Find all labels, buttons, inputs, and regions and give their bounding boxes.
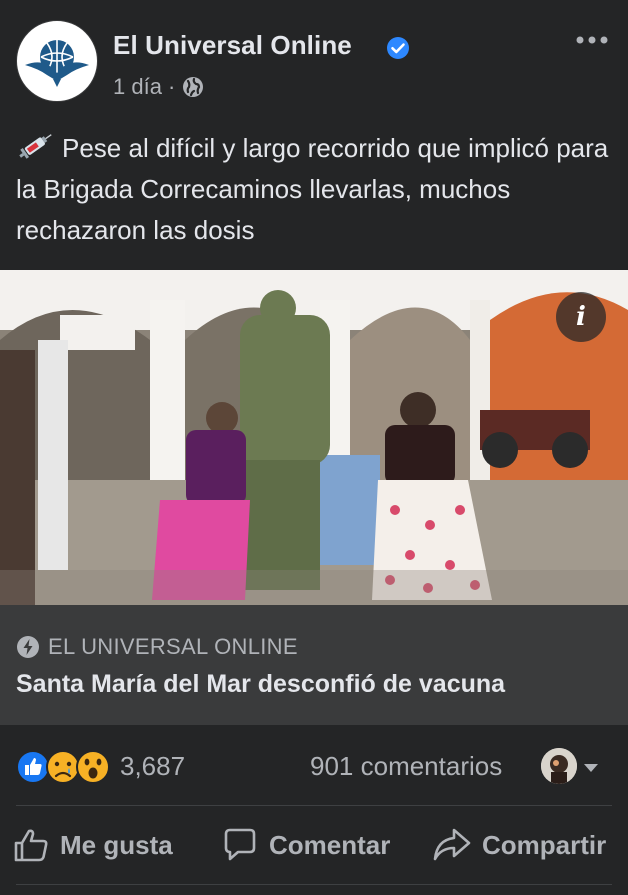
post-actions: Me gusta Comentar Compartir: [0, 808, 628, 884]
post-time[interactable]: 1 día: [113, 74, 162, 100]
comment-label: Comentar: [269, 829, 391, 860]
commenter-avatar[interactable]: [541, 748, 577, 784]
chevron-down-icon[interactable]: [582, 762, 600, 774]
page-avatar[interactable]: [16, 20, 98, 102]
more-options-icon[interactable]: [574, 30, 610, 50]
reaction-icons[interactable]: [16, 749, 116, 785]
divider-bottom: [16, 884, 612, 885]
like-icon: [16, 750, 50, 784]
like-button[interactable]: Me gusta: [12, 822, 173, 868]
post-text: Pese al difícil y largo recorrido que im…: [16, 128, 612, 251]
link-title[interactable]: Santa María del Mar desconfió de vacuna: [16, 670, 505, 699]
bolt-icon: [17, 636, 39, 658]
comment-button[interactable]: Comentar: [221, 822, 390, 868]
el-universal-logo: [25, 40, 89, 87]
link-source: EL UNIVERSAL ONLINE: [16, 634, 298, 660]
share-icon: [433, 828, 471, 861]
link-source-label: EL UNIVERSAL ONLINE: [48, 634, 298, 659]
globe-icon: [183, 77, 204, 97]
commenter-photo: [541, 748, 577, 784]
share-button[interactable]: Compartir: [432, 822, 606, 868]
sad-icon: [46, 750, 80, 784]
comments-count[interactable]: 901 comentarios: [310, 751, 502, 782]
link-preview-card[interactable]: [0, 605, 628, 725]
share-label: Compartir: [482, 829, 607, 860]
verified-badge-icon: [387, 37, 409, 59]
thumbs-up-icon: [14, 829, 48, 862]
divider-top: [16, 805, 612, 806]
syringe-icon: [19, 134, 52, 159]
reactions-count[interactable]: 3,687: [120, 751, 185, 782]
wow-icon: [76, 750, 110, 784]
page-name[interactable]: El Universal Online: [113, 30, 352, 61]
vaccination-photo: [0, 270, 628, 605]
post-text-content: Pese al difícil y largo recorrido que im…: [16, 133, 609, 245]
post-header: El Universal Online 1 día ·: [0, 0, 628, 118]
photo-info-button[interactable]: i: [556, 292, 606, 342]
post-meta: 1 día ·: [113, 74, 205, 100]
post-photo[interactable]: i: [0, 270, 628, 605]
like-label: Me gusta: [60, 829, 173, 860]
comment-icon: [224, 828, 256, 861]
meta-separator: ·: [167, 74, 176, 99]
post-stats: 3,687 901 comentarios: [0, 740, 628, 796]
